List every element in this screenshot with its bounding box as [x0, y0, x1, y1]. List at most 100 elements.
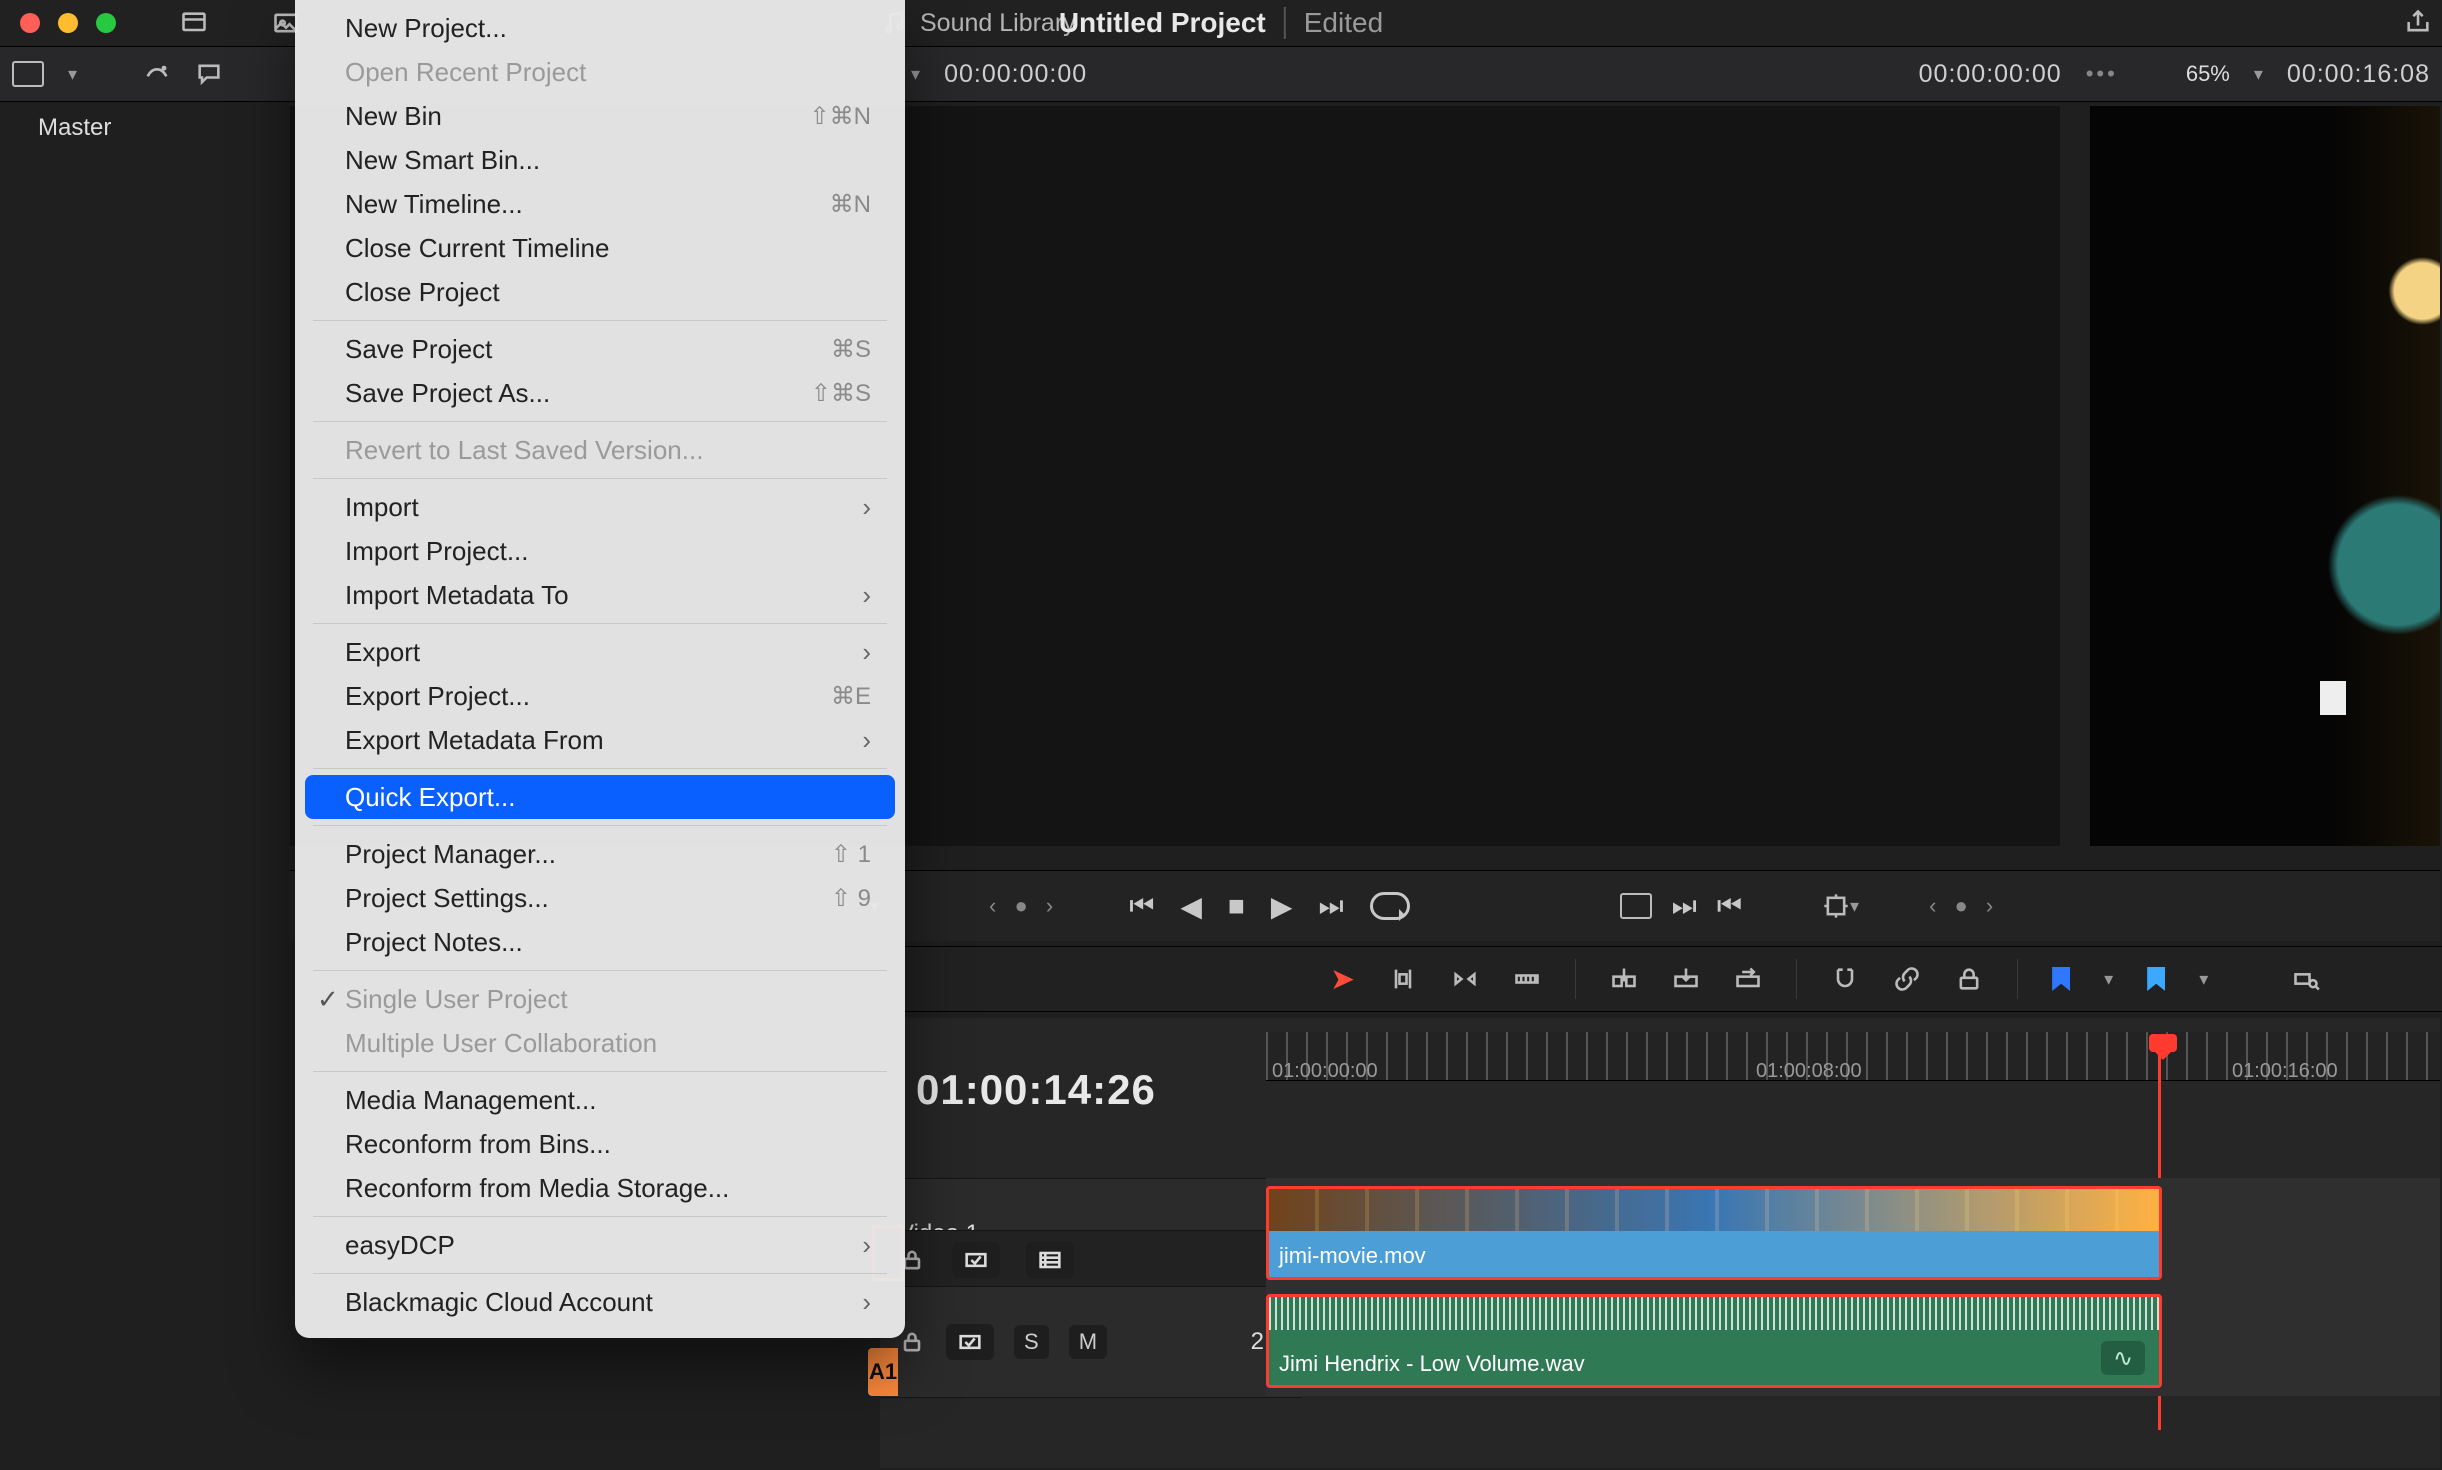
search-range-icon[interactable]: [2292, 965, 2320, 993]
view-mode-icon[interactable]: [12, 61, 44, 87]
menu-item[interactable]: Quick Export...: [305, 775, 895, 819]
source-timecode: 00:00:00:00: [944, 60, 1087, 89]
project-title[interactable]: Untitled Project: [1059, 7, 1266, 39]
menu-item[interactable]: New Timeline...⌘N: [305, 182, 895, 226]
comment-icon[interactable]: [195, 60, 223, 88]
sound-library-tab[interactable]: Sound Library: [880, 0, 1076, 46]
a1-patch-label[interactable]: A1: [868, 1348, 898, 1396]
menu-item[interactable]: Project Manager...⇧ 1: [305, 832, 895, 876]
dynamic-trim-icon[interactable]: [1451, 965, 1479, 993]
marker-icon[interactable]: [2147, 967, 2165, 991]
audio-track-header[interactable]: S M 2.0: [880, 1286, 1302, 1398]
menu-item-label: Export Metadata From: [345, 725, 604, 755]
blade-tool-icon[interactable]: [1513, 965, 1541, 993]
menu-shortcut: ⌘S: [831, 335, 871, 364]
menu-item[interactable]: Import Metadata To›: [305, 573, 895, 617]
program-mode-dots[interactable]: ‹ ● ›: [1929, 893, 1999, 919]
stop-button[interactable]: ■: [1228, 890, 1245, 922]
menu-item[interactable]: Import›: [305, 485, 895, 529]
chevron-right-icon: ›: [862, 492, 871, 523]
video-clip[interactable]: jimi-movie.mov: [1266, 1186, 2162, 1280]
menu-item[interactable]: Project Settings...⇧ 9: [305, 876, 895, 920]
separator: [2017, 959, 2018, 999]
replace-clip-icon[interactable]: [1734, 965, 1762, 993]
chevron-right-icon: ›: [862, 725, 871, 756]
bin-master-label[interactable]: Master: [38, 114, 111, 142]
transport-controls: ⏮ ◀ ■ ▶ ⏭: [1129, 890, 1409, 923]
workspace-layout-icon[interactable]: [180, 9, 208, 37]
menu-item[interactable]: Export›: [305, 630, 895, 674]
menu-item-label: New Bin: [345, 101, 442, 131]
menu-item[interactable]: Media Management...: [305, 1078, 895, 1122]
menu-item[interactable]: Save Project As...⇧⌘S: [305, 371, 895, 415]
project-status: Edited: [1284, 7, 1383, 39]
traffic-close-icon[interactable]: [20, 13, 40, 33]
insert-clip-icon[interactable]: [1610, 965, 1638, 993]
video-enable-icon[interactable]: [1026, 1242, 1074, 1278]
program-viewer-image: [2090, 106, 2440, 846]
zoom-percent[interactable]: 65%: [2186, 61, 2230, 87]
step-back-button[interactable]: ◀: [1180, 890, 1202, 923]
snapping-icon[interactable]: [1831, 965, 1859, 993]
audio-track-lane[interactable]: Jimi Hendrix - Low Volume.wav ∿: [1266, 1286, 2440, 1396]
menu-item[interactable]: Close Project: [305, 270, 895, 314]
annotations-icon[interactable]: [143, 60, 171, 88]
sound-library-label: Sound Library: [920, 9, 1076, 38]
menu-item[interactable]: Project Notes...: [305, 920, 895, 964]
transform-icon[interactable]: [1822, 892, 1850, 920]
menu-item-label: New Timeline...: [345, 189, 523, 219]
menu-item[interactable]: Blackmagic Cloud Account›: [305, 1280, 895, 1324]
traffic-fullscreen-icon[interactable]: [96, 13, 116, 33]
solo-button[interactable]: S: [1014, 1325, 1049, 1359]
more-options-icon[interactable]: •••: [2086, 61, 2118, 87]
chevron-down-icon[interactable]: ▾: [2199, 969, 2208, 990]
loop-icon[interactable]: [1370, 892, 1410, 920]
overwrite-clip-icon[interactable]: [1672, 965, 1700, 993]
menu-item-label: Multiple User Collaboration: [345, 1028, 657, 1058]
traffic-minimize-icon[interactable]: [58, 13, 78, 33]
flag-icon[interactable]: [2052, 967, 2070, 991]
auto-select-icon[interactable]: [952, 1242, 1000, 1278]
menu-item-label: Single User Project: [345, 984, 568, 1014]
video-track-lane[interactable]: jimi-movie.mov: [1266, 1178, 2440, 1288]
prev-edit-button[interactable]: ⏮: [1717, 890, 1742, 923]
menu-item[interactable]: Export Metadata From ›: [305, 718, 895, 762]
selection-tool-icon[interactable]: ➤: [1330, 962, 1355, 997]
chevron-down-icon[interactable]: ▾: [911, 64, 920, 85]
menu-item[interactable]: Reconform from Media Storage...: [305, 1166, 895, 1210]
timeline-ruler[interactable]: 01:00:00:00 01:00:08:00 01:00:16:00: [1266, 1032, 2440, 1081]
menu-item[interactable]: Export Project...⌘E: [305, 674, 895, 718]
share-icon[interactable]: [2404, 8, 2432, 36]
menu-item[interactable]: Save Project⌘S: [305, 327, 895, 371]
menu-item[interactable]: easyDCP›: [305, 1223, 895, 1267]
menu-item[interactable]: Reconform from Bins...: [305, 1122, 895, 1166]
auto-select-icon[interactable]: [946, 1324, 994, 1360]
timeline-timecode[interactable]: 01:00:14:26: [916, 1066, 1156, 1114]
clip-curve-icon[interactable]: ∿: [2101, 1341, 2145, 1375]
menu-shortcut: ⇧ 9: [831, 884, 871, 913]
menu-item[interactable]: New Project...: [305, 6, 895, 50]
play-button[interactable]: ▶: [1271, 890, 1293, 923]
trim-tool-icon[interactable]: [1389, 965, 1417, 993]
last-frame-button[interactable]: ⏭: [1318, 890, 1343, 923]
chevron-down-icon[interactable]: ▾: [68, 64, 77, 85]
mute-button[interactable]: M: [1069, 1325, 1107, 1359]
menu-item: Revert to Last Saved Version...: [305, 428, 895, 472]
menu-item[interactable]: Import Project...: [305, 529, 895, 573]
menu-shortcut: ⌘E: [831, 682, 871, 711]
link-icon[interactable]: [1893, 965, 1921, 993]
chevron-down-icon[interactable]: ▾: [2104, 969, 2113, 990]
menu-item[interactable]: New Bin⇧⌘N: [305, 94, 895, 138]
viewer-mode-dots[interactable]: ‹ ● ›: [989, 893, 1059, 919]
match-frame-icon[interactable]: [1620, 893, 1652, 919]
audio-clip[interactable]: Jimi Hendrix - Low Volume.wav ∿: [1266, 1294, 2162, 1388]
next-edit-button[interactable]: ⏭: [1672, 890, 1697, 923]
first-frame-button[interactable]: ⏮: [1129, 890, 1154, 923]
menu-item[interactable]: Close Current Timeline: [305, 226, 895, 270]
chevron-down-icon[interactable]: ▾: [1850, 896, 1859, 917]
program-viewer[interactable]: [2090, 106, 2440, 846]
chevron-down-icon[interactable]: ▾: [2254, 64, 2263, 85]
menu-item[interactable]: New Smart Bin...: [305, 138, 895, 182]
menu-shortcut: ⇧⌘S: [811, 379, 871, 408]
position-lock-icon[interactable]: [1955, 965, 1983, 993]
